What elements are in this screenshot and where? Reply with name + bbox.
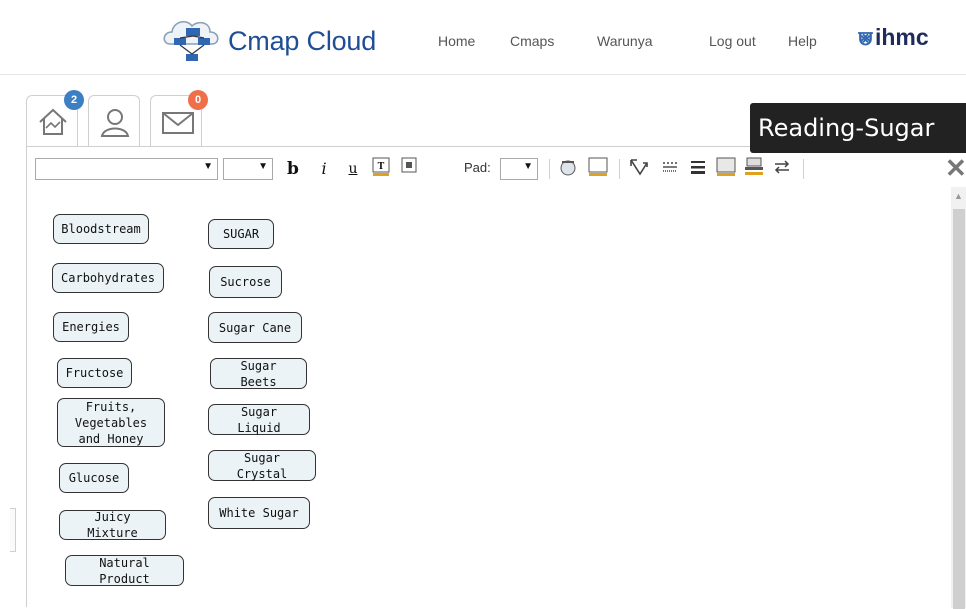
concept-node[interactable]: Sugar Cane	[208, 312, 302, 343]
font-family-select[interactable]: ▼	[35, 158, 218, 180]
pad-label: Pad:	[464, 160, 491, 175]
toolbar-divider	[803, 159, 804, 179]
font-size-select[interactable]: ▼	[223, 158, 273, 180]
concept-node[interactable]: Natural Product	[65, 555, 184, 586]
line-dash-icon	[663, 162, 677, 172]
nav-user-warunya[interactable]: Warunya	[597, 33, 653, 49]
text-margin-icon	[401, 157, 417, 173]
home-notification-badge: 2	[64, 90, 84, 110]
home-icon	[39, 108, 67, 135]
text-margin-button[interactable]	[399, 157, 419, 181]
messages-notification-badge: 0	[188, 90, 208, 110]
ihmc-figure-icon: ⩐	[858, 24, 873, 50]
fill-color-icon	[588, 157, 608, 176]
mail-icon	[162, 112, 194, 134]
formatting-toolbar: ▼ ▼ b i u T Pad: ▼ ✕	[27, 147, 966, 187]
close-icon[interactable]: ✕	[945, 153, 966, 184]
concept-node[interactable]: White Sugar	[208, 497, 310, 529]
line-thickness-icon	[691, 161, 705, 174]
chevron-down-icon: ▼	[258, 161, 268, 172]
concept-node[interactable]: Juicy Mixture	[59, 510, 166, 540]
tab-profile[interactable]	[88, 95, 140, 147]
side-panel-handle[interactable]	[10, 508, 16, 552]
line-color-icon	[716, 157, 736, 176]
underline-button[interactable]: u	[345, 157, 361, 181]
concept-node[interactable]: Sugar Crystal	[208, 450, 316, 481]
line-thickness-button[interactable]	[687, 157, 709, 181]
concept-node[interactable]: SUGAR	[208, 219, 274, 249]
top-nav-bar: Cmap Cloud Home Cmaps Warunya Log out He…	[0, 0, 966, 75]
toolbar-divider	[549, 159, 550, 179]
map-title-tooltip: Reading-Sugar	[750, 103, 966, 153]
user-icon	[100, 109, 130, 137]
svg-text:T: T	[378, 161, 385, 172]
connection-style-button[interactable]	[627, 157, 651, 181]
ihmc-logo[interactable]: ⩐ihmc	[858, 24, 929, 51]
tab-home[interactable]: 2	[26, 90, 84, 147]
fill-color-button[interactable]	[587, 157, 609, 181]
text-color-button[interactable]: T	[371, 157, 391, 181]
concept-node[interactable]: Sugar Liquid	[208, 404, 310, 435]
scroll-up-icon[interactable]: ▲	[954, 191, 963, 201]
concept-node[interactable]: Energies	[53, 312, 129, 342]
connector-icon	[630, 159, 648, 176]
concept-node[interactable]: Glucose	[59, 463, 129, 493]
concept-node[interactable]: Fruits, Vegetables and Honey	[57, 398, 165, 447]
tab-messages[interactable]: 0	[150, 90, 208, 147]
shape-icon	[560, 160, 576, 176]
concept-node[interactable]: Carbohydrates	[52, 263, 164, 293]
swap-arrows-icon	[774, 160, 790, 174]
concept-node[interactable]: Fructose	[57, 358, 132, 388]
line-color-button[interactable]	[715, 157, 737, 181]
brand-name[interactable]: Cmap Cloud	[228, 26, 376, 57]
bold-button[interactable]: b	[285, 157, 301, 181]
background-color-button[interactable]	[743, 157, 765, 181]
concept-node[interactable]: Sucrose	[209, 266, 282, 298]
cmap-editor-panel: ▼ ▼ b i u T Pad: ▼ ✕ Bloodstream Carbohy…	[26, 146, 966, 609]
nav-help[interactable]: Help	[788, 33, 817, 49]
concept-map-canvas[interactable]: Bloodstream Carbohydrates Energies Fruct…	[27, 187, 951, 608]
toolbar-divider	[619, 159, 620, 179]
concept-node[interactable]: Bloodstream	[53, 214, 149, 244]
nav-cmaps[interactable]: Cmaps	[510, 33, 554, 49]
concept-node[interactable]: Sugar Beets	[210, 358, 307, 389]
italic-button[interactable]: i	[317, 157, 331, 181]
scrollbar-thumb[interactable]	[953, 209, 965, 609]
chevron-down-icon: ▼	[203, 161, 213, 172]
canvas-vertical-scrollbar[interactable]: ▲	[951, 187, 966, 609]
shape-button[interactable]	[557, 157, 579, 181]
swap-direction-button[interactable]	[771, 157, 793, 181]
line-dash-button[interactable]	[659, 157, 681, 181]
nav-log-out[interactable]: Log out	[709, 33, 756, 49]
background-color-icon	[745, 157, 763, 175]
chevron-down-icon: ▼	[523, 161, 533, 172]
nav-home[interactable]: Home	[438, 33, 475, 49]
padding-select[interactable]: ▼	[500, 158, 538, 180]
cmap-cloud-logo-icon	[163, 21, 219, 61]
text-color-icon: T	[372, 157, 390, 176]
